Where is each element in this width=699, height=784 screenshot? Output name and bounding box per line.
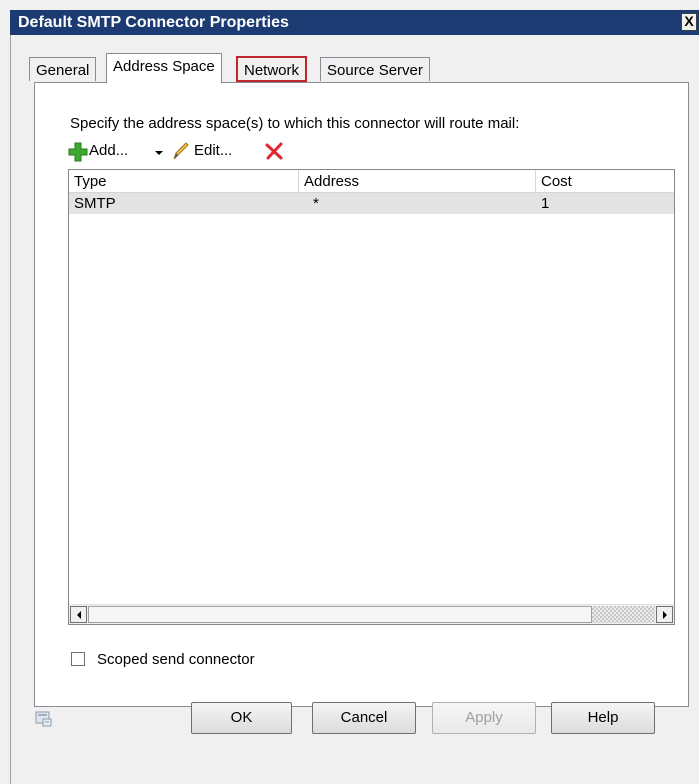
- row-address: *: [313, 195, 319, 212]
- scoped-send-connector-checkbox[interactable]: [71, 652, 85, 666]
- apply-button[interactable]: Apply: [432, 702, 536, 734]
- add-dropdown-button[interactable]: [152, 141, 166, 163]
- tab-source-server[interactable]: Source Server: [320, 57, 430, 81]
- row-type: SMTP: [74, 195, 116, 212]
- edit-button-label: Edit...: [194, 142, 233, 159]
- tab-address-space[interactable]: Address Space: [106, 53, 222, 83]
- remove-x-icon: [265, 142, 283, 160]
- scoped-send-connector-label[interactable]: Scoped send connector: [97, 651, 255, 668]
- tab-general[interactable]: General: [29, 57, 97, 81]
- list-header: Type Address Cost: [69, 170, 674, 193]
- tab-network[interactable]: Network: [235, 56, 308, 82]
- add-button-label: Add...: [89, 142, 129, 159]
- help-button[interactable]: Help: [551, 702, 655, 734]
- cancel-button[interactable]: Cancel: [312, 702, 416, 734]
- add-button[interactable]: Add...: [68, 141, 129, 163]
- address-space-list[interactable]: Type Address Cost SMTP * 1: [68, 169, 675, 625]
- remove-button[interactable]: [264, 141, 286, 163]
- scroll-right-arrow-icon: [662, 611, 667, 619]
- window-title: Default SMTP Connector Properties: [18, 14, 289, 31]
- properties-help-icon[interactable]: [35, 711, 53, 727]
- scroll-thumb[interactable]: [88, 606, 592, 623]
- column-header-cost[interactable]: Cost: [536, 170, 674, 192]
- scroll-left-arrow-icon: [76, 611, 81, 619]
- close-button[interactable]: X: [681, 13, 697, 31]
- edit-button[interactable]: Edit...: [172, 141, 252, 163]
- column-header-type[interactable]: Type: [69, 170, 299, 192]
- scroll-right-button[interactable]: [656, 606, 673, 623]
- window-titlebar: Default SMTP Connector Properties X: [10, 10, 699, 35]
- table-row[interactable]: SMTP * 1: [69, 193, 674, 214]
- add-icon: [68, 142, 88, 162]
- horizontal-scrollbar[interactable]: [69, 604, 674, 624]
- row-cost: 1: [541, 195, 550, 212]
- scroll-track[interactable]: [592, 606, 655, 623]
- dialog-body: General Address Space Network Source Ser…: [10, 35, 699, 784]
- address-space-panel: Specify the address space(s) to which th…: [34, 82, 689, 707]
- column-header-address[interactable]: Address: [299, 170, 536, 192]
- ok-button[interactable]: OK: [191, 702, 292, 734]
- address-space-description: Specify the address space(s) to which th…: [70, 115, 520, 132]
- scroll-left-button[interactable]: [70, 606, 87, 623]
- edit-pencil-icon: [173, 142, 189, 160]
- dropdown-arrow-icon: [155, 151, 163, 155]
